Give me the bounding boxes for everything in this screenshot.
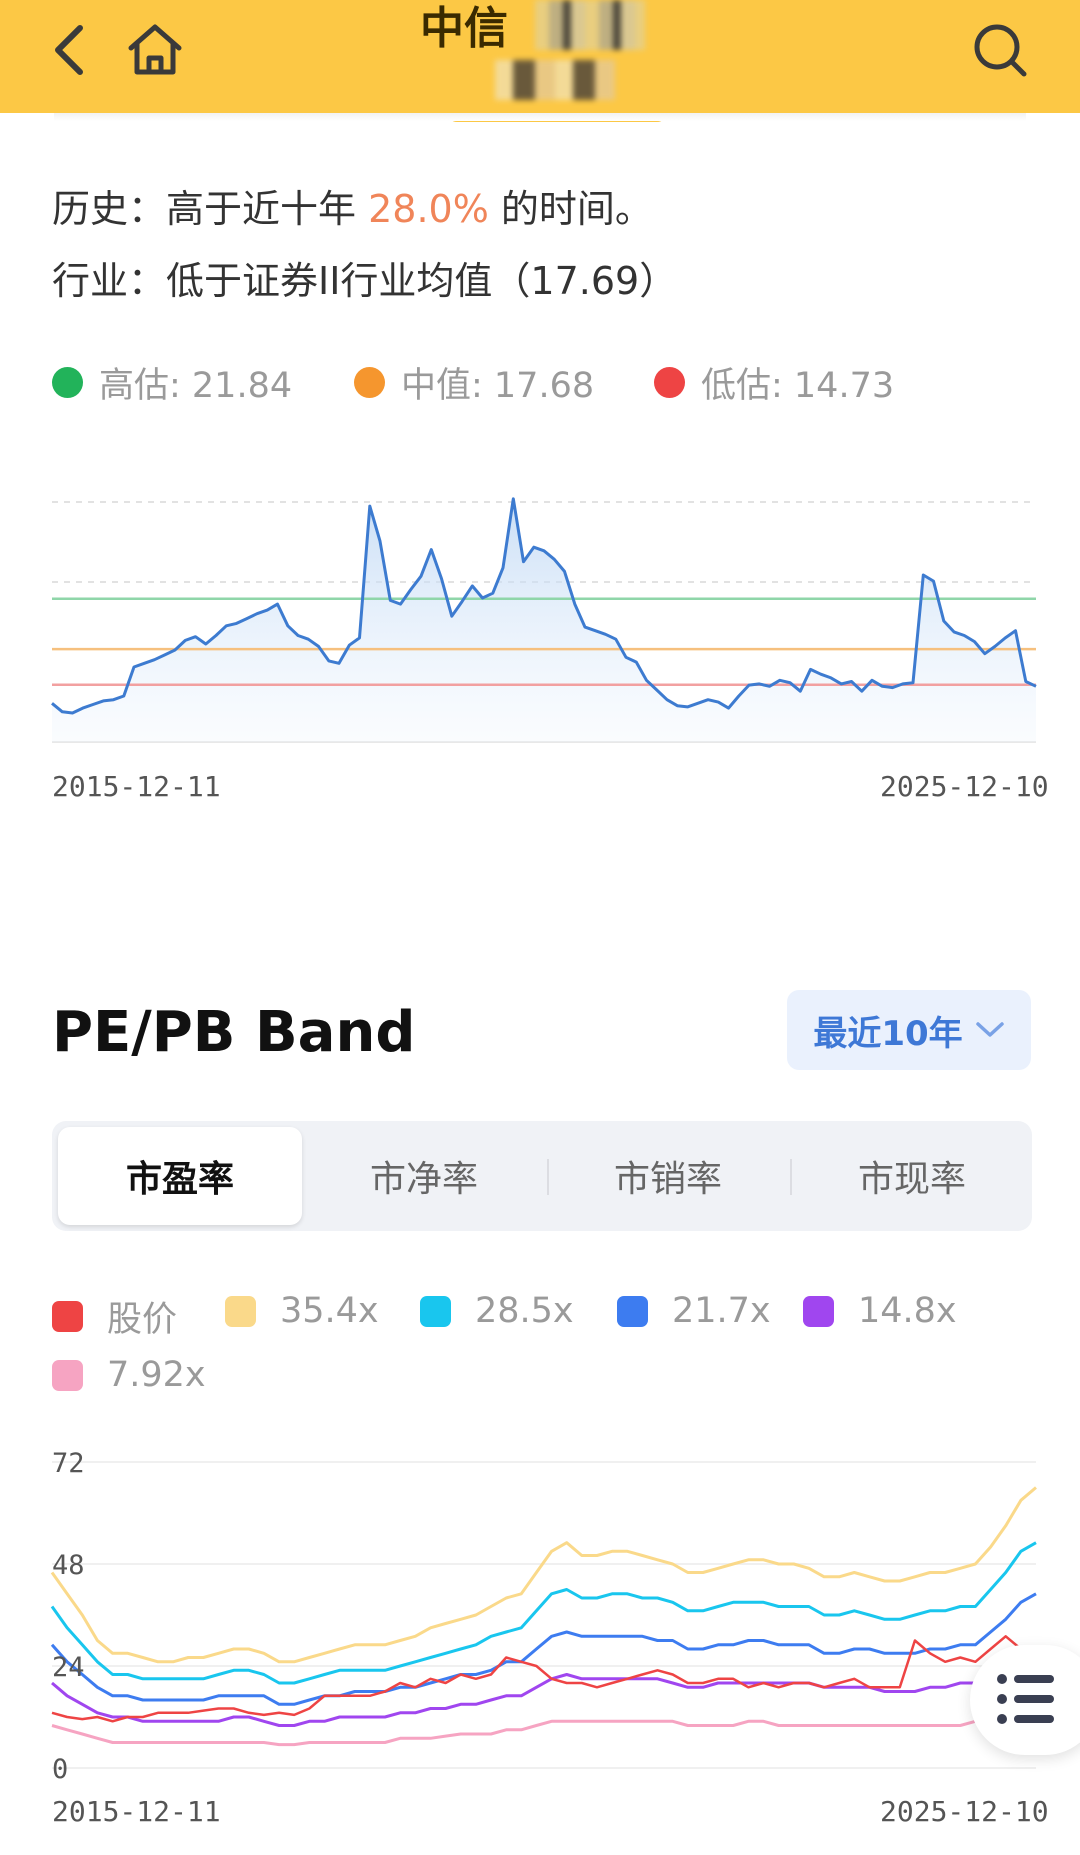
median-dot-icon	[354, 367, 385, 398]
search-button[interactable]	[970, 20, 1030, 80]
legend-median-label: 中值: 17.68	[401, 366, 595, 406]
home-icon	[128, 24, 182, 75]
low-dot-icon	[654, 367, 685, 398]
search-icon	[974, 24, 1027, 77]
redacted-title	[535, 0, 645, 50]
home-button[interactable]	[125, 20, 185, 80]
redacted-code	[495, 60, 615, 100]
band-28x-swatch-icon	[420, 1295, 451, 1327]
y-tick-0: 0	[52, 1754, 69, 1785]
legend-14x: 14.8x	[803, 1291, 957, 1331]
back-chevron-icon	[55, 25, 83, 75]
divider	[54, 113, 1026, 121]
legend-21x: 21.7x	[617, 1291, 771, 1331]
legend-21x-label: 21.7x	[672, 1291, 771, 1331]
band-21x-swatch-icon	[617, 1295, 648, 1327]
tab-ps[interactable]: 市销率	[546, 1127, 790, 1225]
tab-pcf[interactable]: 市现率	[790, 1127, 1034, 1225]
pe-history-chart[interactable]	[0, 480, 1080, 810]
y-tick-24: 24	[52, 1652, 85, 1683]
legend-28x-label: 28.5x	[475, 1291, 574, 1331]
pe-chart-end-date: 2025-12-10	[880, 770, 1049, 803]
chevron-down-icon	[975, 1022, 1004, 1037]
legend-7x: 7.92x	[52, 1355, 206, 1395]
history-percentile-text: 历史：高于近十年 28.0% 的时间。	[52, 178, 653, 233]
y-tick-72: 72	[52, 1448, 85, 1479]
y-tick-48: 48	[52, 1550, 85, 1581]
menu-fab-button[interactable]	[970, 1645, 1080, 1755]
band-chart-end-date: 2025-12-10	[880, 1795, 1049, 1828]
top-bar: 中信	[0, 0, 1080, 122]
legend-low-label: 低估: 14.73	[701, 366, 895, 406]
legend-high: 高估: 21.84	[52, 357, 292, 408]
price-swatch-icon	[52, 1301, 83, 1332]
list-menu-icon	[997, 1674, 1054, 1724]
legend-median: 中值: 17.68	[354, 357, 594, 408]
industry-comparison-text: 行业：低于证券II行业均值（17.69）	[52, 259, 678, 303]
legend-7x-label: 7.92x	[107, 1355, 206, 1395]
pe-band-chart[interactable]	[0, 1440, 1080, 1790]
back-button[interactable]	[40, 20, 100, 80]
band-section-title: PE/PB Band	[52, 1000, 416, 1065]
legend-low: 低估: 14.73	[654, 357, 894, 408]
legend-28x: 28.5x	[420, 1291, 574, 1331]
legend-price-label: 股价	[107, 1300, 178, 1340]
legend-14x-label: 14.8x	[858, 1291, 957, 1331]
legend-high-label: 高估: 21.84	[99, 366, 293, 406]
band-35x-swatch-icon	[225, 1295, 256, 1327]
history-suffix: 的时间。	[488, 187, 653, 231]
tab-pe[interactable]: 市盈率	[58, 1127, 302, 1225]
pe-area-fill	[52, 498, 1036, 742]
ratio-tabs: 市盈率 市净率 市销率 市现率	[52, 1121, 1032, 1231]
band-14x-swatch-icon	[803, 1295, 834, 1327]
band-7x-swatch-icon	[52, 1359, 83, 1391]
period-dropdown[interactable]: 最近10年	[787, 990, 1031, 1070]
pe-chart-start-date: 2015-12-11	[52, 770, 221, 803]
tab-pb[interactable]: 市净率	[302, 1127, 546, 1225]
band-series-35_4x	[50, 1486, 1037, 1664]
history-prefix: 历史：高于近十年	[52, 187, 369, 231]
legend-35x: 35.4x	[225, 1291, 379, 1331]
legend-price: 股价	[52, 1291, 177, 1342]
period-label: 最近10年	[813, 1013, 963, 1054]
history-value: 28.0%	[368, 187, 489, 231]
band-chart-start-date: 2015-12-11	[52, 1795, 221, 1828]
legend-35x-label: 35.4x	[280, 1291, 379, 1331]
high-dot-icon	[52, 367, 83, 398]
